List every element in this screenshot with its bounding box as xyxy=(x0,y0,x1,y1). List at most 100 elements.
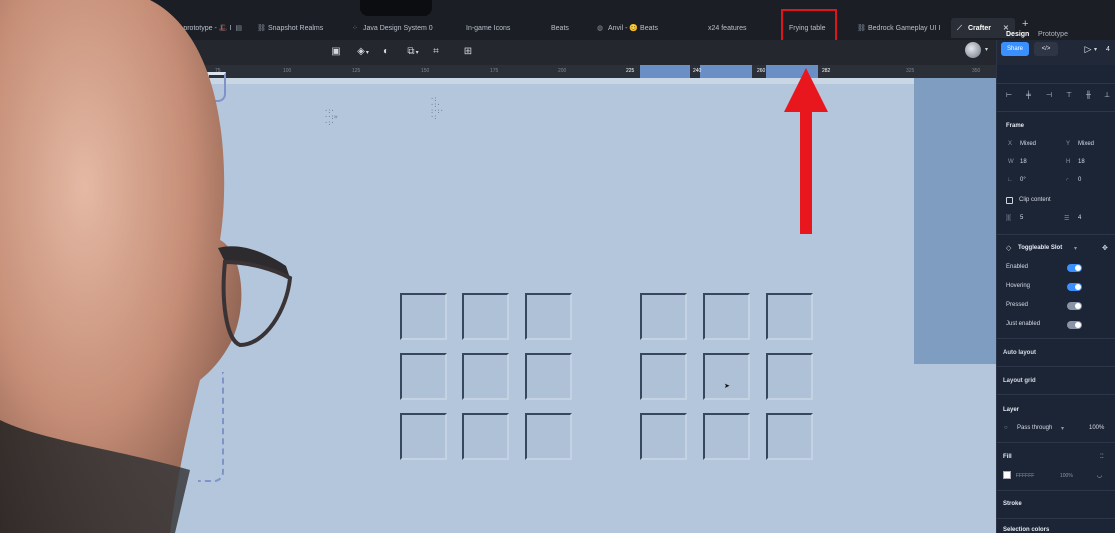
fill-opacity-field[interactable]: 100% xyxy=(1060,473,1073,479)
fill-color-swatch[interactable] xyxy=(1003,471,1011,479)
tab-beats[interactable]: Beats xyxy=(551,18,569,38)
frame-tool-icon[interactable]: ▣ xyxy=(330,46,342,58)
tab-java-design-system[interactable]: ⁘ Java Design System 0 xyxy=(352,18,433,38)
avatar-chevron-icon[interactable]: ▾ xyxy=(985,46,988,53)
arrow-sprite-icon: ·:· ··:» ·:· xyxy=(324,107,338,127)
fill-styles-icon[interactable]: ⁚⁚ xyxy=(1100,453,1104,460)
inventory-slot[interactable] xyxy=(400,353,447,400)
tab-bedrock-gameplay-ui[interactable]: ⛓ Bedrock Gameplay UI I xyxy=(857,18,940,38)
design-canvas[interactable]: ·:· ··:» ·:· ·: ·:·:·:· ·: ➤ xyxy=(168,72,996,533)
tab-design[interactable]: Design xyxy=(1006,31,1029,38)
share-button[interactable]: Share xyxy=(1001,42,1029,56)
height-field[interactable]: 18 xyxy=(1078,159,1085,165)
panel-divider xyxy=(996,83,1115,84)
layout-icon[interactable]: ⊞ xyxy=(462,46,474,58)
layout-grid-label[interactable]: Layout grid xyxy=(1003,378,1036,384)
layer-section-label: Layer xyxy=(1003,407,1020,413)
h-label: H xyxy=(1066,159,1071,165)
rotation-field[interactable]: 0° xyxy=(1020,177,1026,183)
inventory-slot[interactable] xyxy=(703,293,750,340)
tab-anvil-beats[interactable]: ◍ Anvil - 😊 Beats xyxy=(597,18,658,38)
inventory-slot[interactable] xyxy=(703,353,750,400)
figma-icon: ⟋ xyxy=(957,24,962,32)
inventory-slot[interactable] xyxy=(766,293,813,340)
align-center-v-icon[interactable]: ╫ xyxy=(1086,92,1094,100)
horizontal-gap-icon: ]|[ xyxy=(1006,215,1011,221)
boolean-icon[interactable]: ⧉▾ xyxy=(404,46,422,58)
align-center-h-icon[interactable]: ╪ xyxy=(1026,92,1034,100)
present-button[interactable]: ▷ xyxy=(1082,42,1094,56)
clip-content-checkbox[interactable] xyxy=(1006,197,1013,204)
tab-snapshot-realms[interactable]: ⛓ Snapshot Realms xyxy=(257,18,323,38)
inventory-slot[interactable] xyxy=(640,413,687,460)
canvas-top-band xyxy=(168,78,996,84)
fill-hex-field[interactable]: FFFFFF xyxy=(1016,473,1034,479)
ruler-label: 260 xyxy=(757,68,766,74)
hovering-toggle[interactable] xyxy=(1067,283,1082,291)
dashed-frame-bottom[interactable] xyxy=(198,372,224,482)
annotation-arrow-icon xyxy=(784,68,828,234)
blend-mode-select[interactable]: Pass through xyxy=(1017,425,1052,431)
component-tool-icon[interactable]: ◈▾ xyxy=(354,46,372,58)
fill-visibility-icon[interactable]: ◡ xyxy=(1097,472,1102,479)
present-chevron-icon[interactable]: ▾ xyxy=(1094,46,1097,53)
inventory-slot[interactable] xyxy=(525,413,572,460)
ruler-label: 325 xyxy=(906,68,915,74)
x-label: X xyxy=(1008,141,1013,147)
tab-x24-features[interactable]: x24 features xyxy=(708,18,747,38)
y-field[interactable]: Mixed xyxy=(1078,141,1094,147)
inventory-slot[interactable] xyxy=(525,293,572,340)
go-to-main-component-icon[interactable]: ✥ xyxy=(1102,244,1108,252)
tab-prototype-panel[interactable]: Prototype xyxy=(1038,31,1068,38)
inventory-slot[interactable] xyxy=(766,353,813,400)
align-left-icon[interactable]: ⊢ xyxy=(1006,92,1014,100)
dashed-frame-top[interactable] xyxy=(206,72,226,102)
property-just-enabled-label: Just enabled xyxy=(1006,321,1041,327)
corner-radius-field[interactable]: 0 xyxy=(1078,177,1081,183)
blend-mode-chevron-icon[interactable]: ▾ xyxy=(1061,425,1064,432)
zoom-level[interactable]: 4 xyxy=(1103,42,1113,56)
inventory-slot[interactable] xyxy=(400,413,447,460)
blend-mode-icon: ○ xyxy=(1004,425,1008,431)
crop-icon[interactable]: ⌗ xyxy=(430,46,442,58)
frame-preview[interactable] xyxy=(914,78,996,364)
tab-in-game-icons[interactable]: In-game Icons xyxy=(466,18,510,38)
panel-divider xyxy=(996,234,1115,235)
align-bottom-icon[interactable]: ⊥ xyxy=(1104,92,1112,100)
ruler-label: 350 xyxy=(972,68,981,74)
avatar[interactable] xyxy=(965,42,981,58)
stroke-section-label: Stroke xyxy=(1003,501,1022,507)
component-icon: ◇ xyxy=(1006,245,1012,252)
auto-layout-label[interactable]: Auto layout xyxy=(1003,350,1036,356)
vertical-gap-field[interactable]: 4 xyxy=(1078,215,1081,221)
width-field[interactable]: 18 xyxy=(1020,159,1027,165)
property-pressed-label: Pressed xyxy=(1006,302,1029,308)
inventory-slot[interactable] xyxy=(640,293,687,340)
layer-opacity-field[interactable]: 100% xyxy=(1089,425,1104,431)
horizontal-gap-field[interactable]: 5 xyxy=(1020,215,1023,221)
panel-divider xyxy=(996,518,1115,519)
align-top-icon[interactable]: ⊤ xyxy=(1066,92,1074,100)
inventory-slot[interactable] xyxy=(400,293,447,340)
component-chevron-icon[interactable]: ▾ xyxy=(1074,245,1077,252)
component-name[interactable]: Toggleable Slot xyxy=(1018,245,1062,251)
dev-mode-button[interactable]: </> xyxy=(1034,42,1058,56)
clip-content-label: Clip content xyxy=(1019,197,1051,203)
x-field[interactable]: Mixed xyxy=(1020,141,1036,147)
inventory-slot[interactable] xyxy=(525,353,572,400)
pressed-toggle[interactable] xyxy=(1067,302,1082,310)
inventory-slot[interactable] xyxy=(462,353,509,400)
new-tab-icon[interactable]: + xyxy=(1022,18,1028,30)
just-enabled-toggle[interactable] xyxy=(1067,321,1082,329)
ruler-label: 225 xyxy=(626,68,635,74)
inventory-slot[interactable] xyxy=(640,353,687,400)
horizontal-ruler: 75 100 125 150 175 200 225 240 260 282 3… xyxy=(168,65,996,78)
tab-prototype[interactable]: y5 prototype - 🎩 I ▤ xyxy=(174,18,242,38)
mask-icon[interactable]: ◐ xyxy=(380,46,392,58)
align-right-icon[interactable]: ⊣ xyxy=(1046,92,1054,100)
enabled-toggle[interactable] xyxy=(1067,264,1082,272)
inventory-slot[interactable] xyxy=(703,413,750,460)
inventory-slot[interactable] xyxy=(766,413,813,460)
inventory-slot[interactable] xyxy=(462,413,509,460)
inventory-slot[interactable] xyxy=(462,293,509,340)
